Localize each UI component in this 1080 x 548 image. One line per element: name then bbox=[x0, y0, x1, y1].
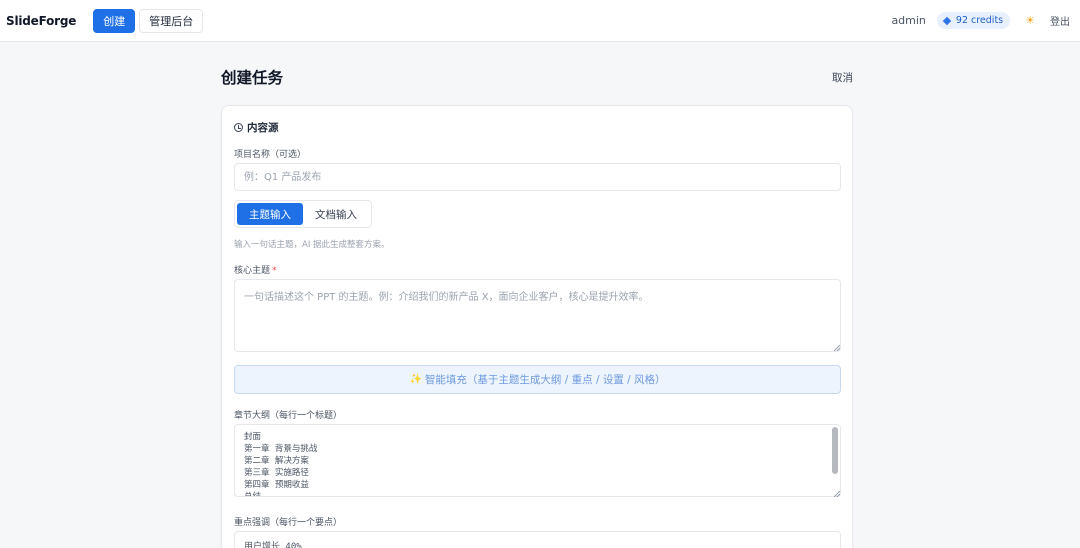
outline-textarea[interactable]: 封面 第一章 背景与挑战 第二章 解决方案 第三章 实施路径 第四章 预期收益 … bbox=[234, 424, 841, 497]
outline-line: 第四章 预期收益 bbox=[244, 480, 309, 490]
logout-button[interactable]: 登出 bbox=[1050, 13, 1070, 28]
credits-badge: 92 credits bbox=[936, 12, 1011, 29]
tab-topic-input[interactable]: 主题输入 bbox=[237, 203, 303, 225]
smart-fill-button[interactable]: ✨ 智能填充（基于主题生成大纲 / 重点 / 设置 / 风格） bbox=[234, 365, 841, 394]
username[interactable]: admin bbox=[891, 14, 925, 27]
outline-line: 第二章 解决方案 bbox=[244, 456, 309, 466]
topic-textarea[interactable] bbox=[234, 279, 841, 352]
section-title: 内容源 bbox=[234, 120, 279, 135]
tab-document-input[interactable]: 文档输入 bbox=[303, 203, 369, 225]
emphasis-label: 重点强调（每行一个要点） bbox=[234, 518, 343, 528]
smart-fill-label: 智能填充（基于主题生成大纲 / 重点 / 设置 / 风格） bbox=[424, 374, 666, 386]
outline-line: 总结 bbox=[244, 492, 262, 497]
cancel-button[interactable]: 取消 bbox=[832, 70, 853, 85]
nav-admin-button[interactable]: 管理后台 bbox=[139, 8, 204, 33]
outline-line: 第一章 背景与挑战 bbox=[244, 444, 318, 454]
sun-icon[interactable]: ☀ bbox=[1025, 15, 1035, 26]
clock-icon bbox=[234, 123, 243, 132]
credits-text: 92 credits bbox=[955, 15, 1004, 26]
sparkle-icon: ✨ bbox=[409, 374, 422, 385]
project-name-label: 项目名称（可选） bbox=[234, 150, 307, 160]
section-title-text: 内容源 bbox=[247, 122, 279, 134]
top-nav-bar: SlideForge 创建 管理后台 admin 92 credits ☀ 登出 bbox=[0, 0, 1080, 42]
project-name-input[interactable] bbox=[234, 163, 841, 191]
outline-line: 封面 bbox=[244, 432, 262, 442]
topic-label-text: 核心主题 bbox=[234, 266, 271, 276]
input-hint: 输入一句话主题，AI 据此生成整套方案。 bbox=[234, 240, 390, 250]
topic-label: 核心主题 * bbox=[234, 263, 277, 276]
emphasis-textarea[interactable]: 用户增长 40% bbox=[234, 531, 841, 548]
outline-lines: 封面 第一章 背景与挑战 第二章 解决方案 第三章 实施路径 第四章 预期收益 … bbox=[244, 431, 318, 497]
page-title: 创建任务 bbox=[221, 69, 284, 87]
brand-logo[interactable]: SlideForge bbox=[6, 14, 76, 28]
outline-line: 第三章 实施路径 bbox=[244, 468, 309, 478]
diamond-icon bbox=[942, 16, 952, 25]
resize-grip-icon[interactable] bbox=[834, 345, 840, 351]
required-mark: * bbox=[272, 266, 277, 276]
input-mode-toggle: 主题输入 文档输入 bbox=[234, 200, 372, 228]
resize-grip-icon[interactable] bbox=[834, 491, 840, 497]
emphasis-line: 用户增长 40% bbox=[244, 542, 302, 548]
outline-scroll-thumb[interactable] bbox=[832, 427, 838, 474]
outline-scrollbar[interactable] bbox=[831, 427, 839, 495]
outline-label: 章节大纲（每行一个标题） bbox=[234, 411, 343, 421]
nav-create-button[interactable]: 创建 bbox=[93, 8, 136, 33]
content-source-card: 内容源 项目名称（可选） 主题输入 文档输入 输入一句话主题，AI 据此生成整套… bbox=[221, 105, 853, 548]
